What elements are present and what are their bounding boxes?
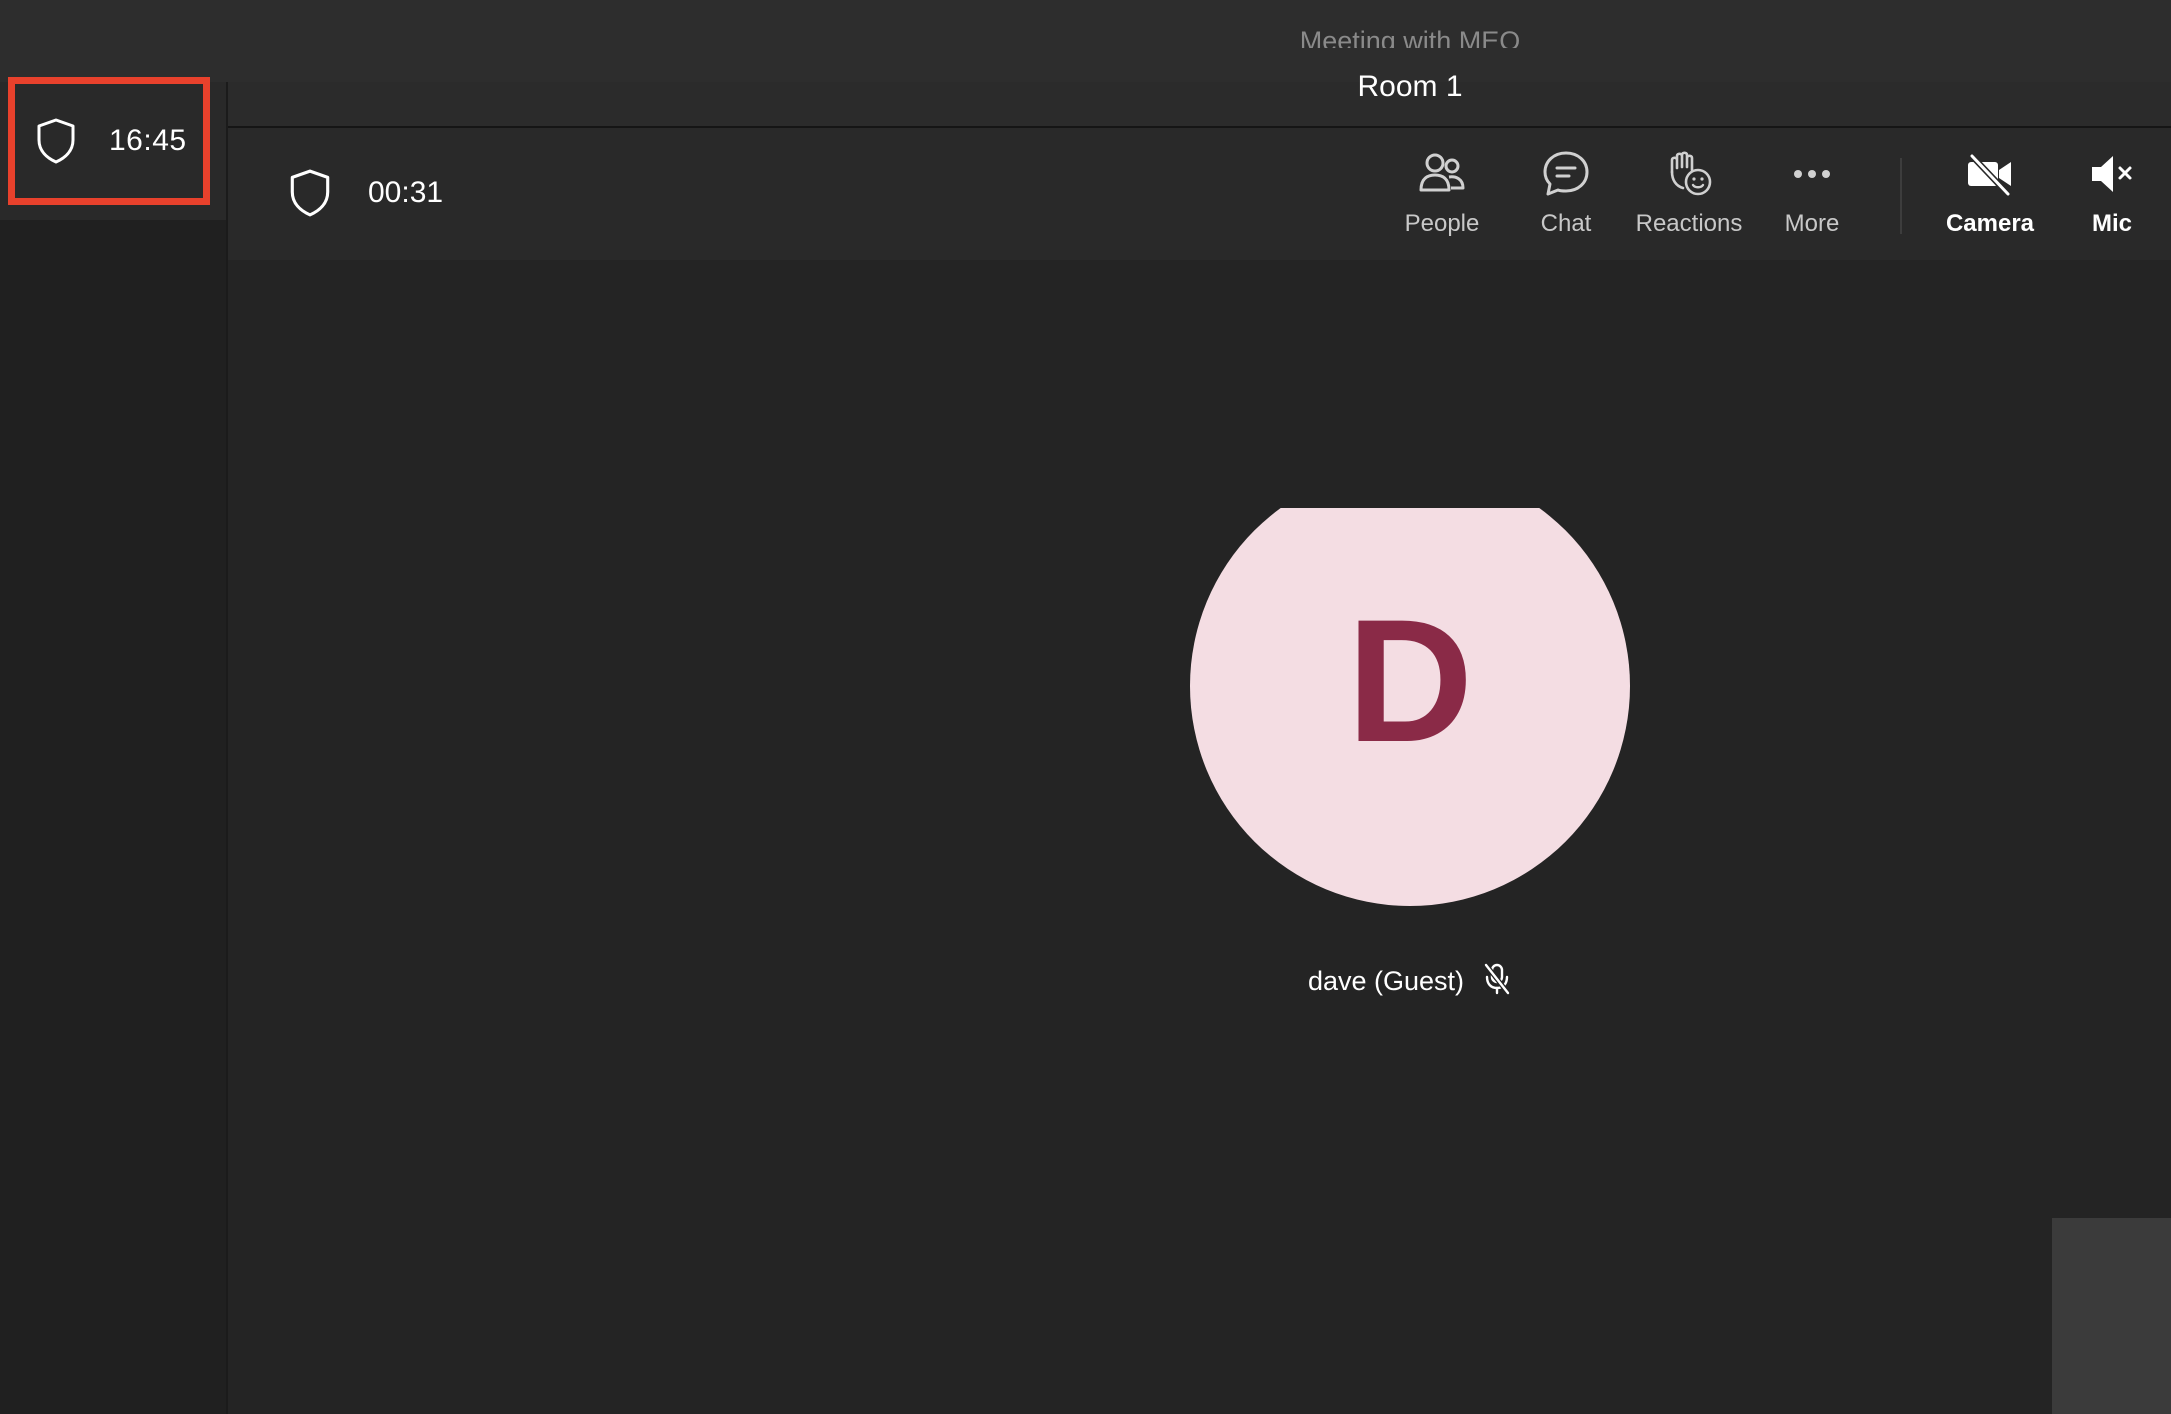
left-panel	[0, 82, 226, 1414]
camera-button-label: Camera	[1945, 210, 2035, 237]
people-button-label: People	[1404, 210, 1480, 237]
people-button[interactable]: People	[1382, 148, 1502, 248]
meeting-timer: 00:31	[368, 176, 444, 209]
participant-avatar[interactable]: D	[1190, 466, 1630, 906]
faded-window-title: Meeting with MEO	[1299, 26, 1521, 48]
camera-button[interactable]: Camera	[1930, 148, 2050, 248]
meeting-window: Meeting with MEO 16:45 Room 1 00:31 Peop…	[0, 0, 2171, 1414]
mic-muted-icon	[2086, 148, 2138, 200]
shield-icon	[288, 168, 332, 218]
participant-label: dave (Guest)	[1180, 962, 1640, 1001]
highlighted-time-box: 16:45	[8, 77, 210, 205]
chat-icon	[1540, 148, 1592, 200]
video-stage	[228, 260, 2171, 1414]
faded-title-clip: Meeting with MEO	[1260, 24, 1560, 48]
shield-icon	[35, 117, 77, 165]
clock-time: 16:45	[109, 124, 187, 157]
window-title-band	[0, 0, 2171, 82]
chat-button[interactable]: Chat	[1506, 148, 1626, 248]
mic-button-label: Mic	[2091, 210, 2132, 237]
people-icon	[1416, 148, 1468, 200]
reactions-button-label: Reactions	[1635, 210, 1743, 237]
meeting-toolbar	[228, 128, 2171, 260]
more-button[interactable]: More	[1752, 148, 1872, 248]
toolbar-separator	[1900, 158, 1902, 234]
more-icon	[1786, 148, 1838, 200]
self-view-tile[interactable]	[2052, 1218, 2171, 1414]
room-title: Room 1	[1357, 70, 1463, 103]
participant-name: dave (Guest)	[1307, 966, 1465, 996]
chat-button-label: Chat	[1540, 210, 1592, 237]
camera-off-icon	[1964, 148, 2016, 200]
reactions-button[interactable]: Reactions	[1629, 148, 1749, 248]
mic-muted-icon	[1482, 962, 1512, 1001]
room-title-bar	[228, 82, 2171, 128]
reactions-icon	[1663, 148, 1715, 200]
mic-button[interactable]: Mic	[2052, 148, 2171, 248]
meeting-timer-group: 00:31	[288, 168, 443, 218]
avatar-top-clip	[1150, 440, 1670, 508]
more-button-label: More	[1784, 210, 1840, 237]
avatar-initial: D	[1346, 583, 1474, 779]
